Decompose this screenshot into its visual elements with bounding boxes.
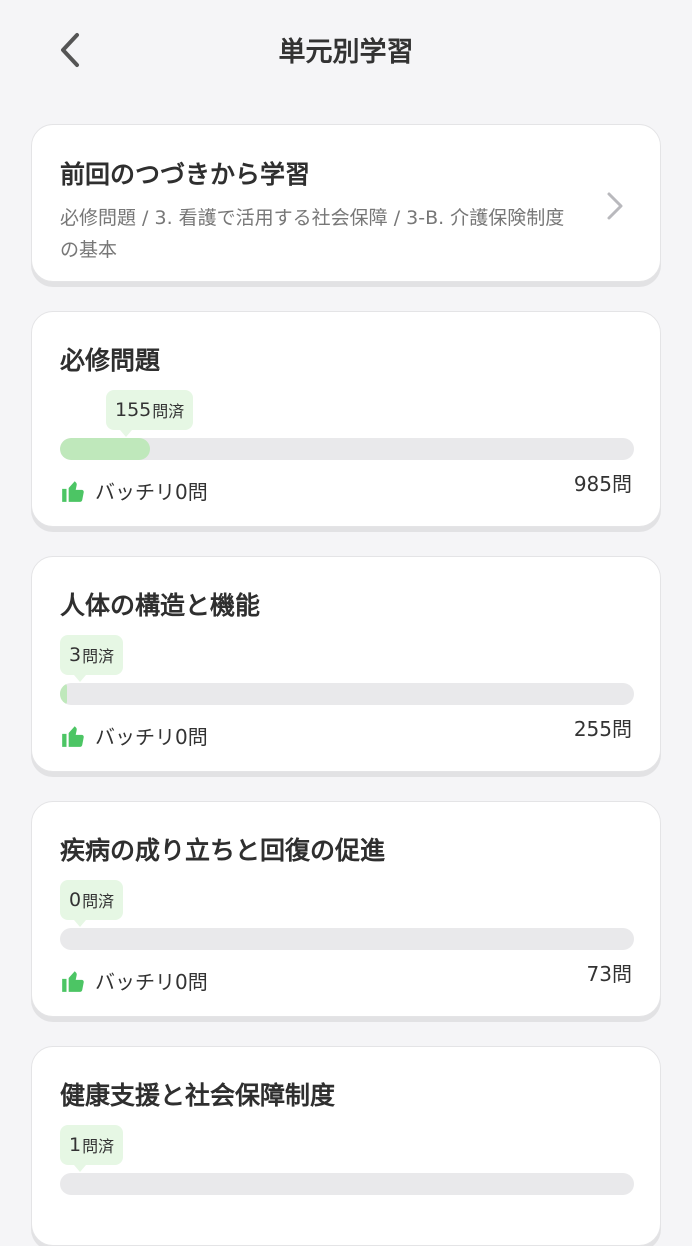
done-unit: 問済 bbox=[82, 1137, 115, 1156]
progress-bar bbox=[60, 1173, 634, 1195]
subject-title: 必修問題 bbox=[60, 346, 161, 375]
progress-bar bbox=[60, 928, 634, 950]
total-count: 255問 bbox=[573, 717, 632, 741]
subject-card-shippei[interactable]: 疾病の成り立ちと回復の促進 0 問済 バッチリ0問 73問 bbox=[31, 801, 661, 1017]
progress-fill bbox=[60, 683, 67, 705]
done-count: 155 bbox=[115, 399, 152, 421]
thumbs-up-icon bbox=[62, 970, 84, 992]
subject-card-hisshu[interactable]: 必修問題 155 問済 バッチリ0問 985問 bbox=[31, 311, 661, 527]
subject-card-jintai[interactable]: 人体の構造と機能 3 問済 バッチリ0問 255問 bbox=[31, 556, 661, 772]
done-unit: 問済 bbox=[82, 647, 115, 666]
perfect-count: バッチリ0問 bbox=[60, 721, 208, 750]
thumbs-up-icon bbox=[62, 725, 84, 747]
progress-fill bbox=[60, 438, 151, 460]
progress-bar bbox=[60, 683, 634, 705]
perfect-label: バッチリ0問 bbox=[95, 480, 208, 504]
done-count: 1 bbox=[69, 1134, 82, 1156]
subject-card-kenko[interactable]: 健康支援と社会保障制度 1 問済 bbox=[31, 1046, 661, 1246]
total-count: 985問 bbox=[573, 472, 632, 496]
done-count: 0 bbox=[69, 889, 82, 911]
done-count-badge: 0 問済 bbox=[60, 880, 124, 927]
subject-title: 健康支援と社会保障制度 bbox=[60, 1081, 336, 1110]
done-count-badge: 155 問済 bbox=[106, 390, 194, 437]
done-count-badge: 1 問済 bbox=[60, 1125, 124, 1172]
perfect-label: バッチリ0問 bbox=[95, 725, 208, 749]
done-unit: 問済 bbox=[82, 892, 115, 911]
perfect-count: バッチリ0問 bbox=[60, 966, 208, 995]
done-count-badge: 3 問済 bbox=[60, 635, 124, 682]
resume-card[interactable]: 前回のつづきから学習 必修問題 / 3. 看護で活用する社会保障 / 3-B. … bbox=[31, 124, 661, 282]
perfect-label: バッチリ0問 bbox=[95, 970, 208, 994]
done-unit: 問済 bbox=[152, 402, 185, 421]
thumbs-up-icon bbox=[62, 480, 84, 502]
done-count: 3 bbox=[69, 644, 82, 666]
chevron-right-icon bbox=[607, 192, 623, 220]
page-title: 単元別学習 bbox=[278, 37, 414, 68]
app-header: 単元別学習 bbox=[0, 0, 692, 100]
resume-path: 必修問題 / 3. 看護で活用する社会保障 / 3-B. 介護保険制度の基本 bbox=[60, 207, 565, 261]
total-count: 73問 bbox=[586, 962, 632, 986]
subject-title: 疾病の成り立ちと回復の促進 bbox=[60, 836, 386, 865]
perfect-count: バッチリ0問 bbox=[60, 476, 208, 505]
subject-title: 人体の構造と機能 bbox=[60, 591, 261, 620]
resume-title: 前回のつづきから学習 bbox=[60, 160, 311, 189]
progress-bar bbox=[60, 438, 634, 460]
